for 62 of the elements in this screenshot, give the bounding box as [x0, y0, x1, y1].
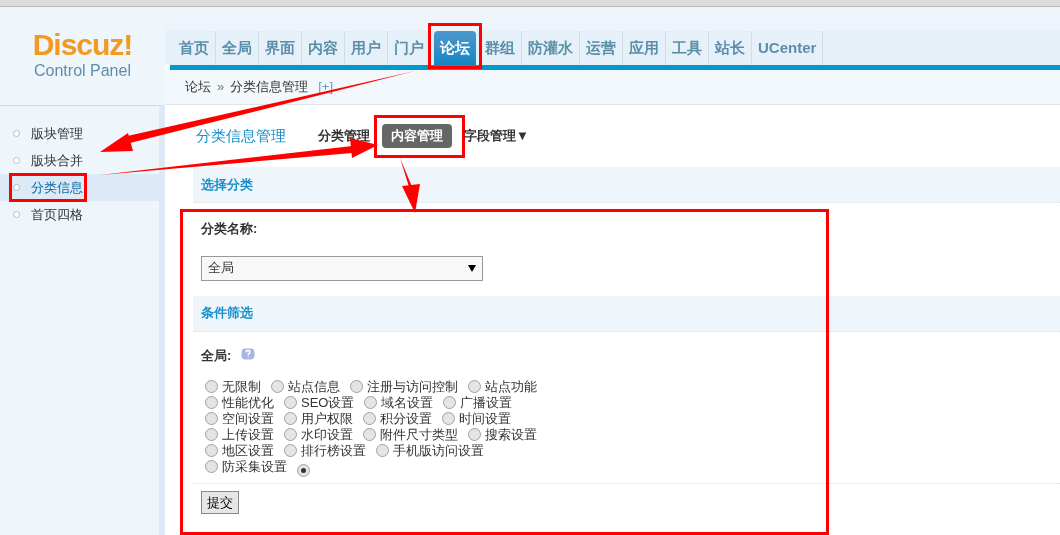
- breadcrumb-separator: »: [217, 78, 225, 97]
- radio-label: 无限制: [222, 379, 261, 394]
- logo-subtitle: Control Panel: [34, 61, 131, 81]
- radio-button[interactable]: [284, 412, 297, 425]
- radio-button[interactable]: [205, 460, 218, 473]
- radio-label: 域名设置: [381, 395, 434, 410]
- sub-tab[interactable]: 内容管理: [382, 124, 452, 148]
- radio-button[interactable]: [205, 444, 218, 457]
- caret-icon: [468, 264, 476, 272]
- radio-button[interactable]: [468, 428, 481, 441]
- field-label: 全局:: [201, 346, 232, 365]
- radio-label: 站点信息: [288, 379, 340, 394]
- sidebar-item[interactable]: 首页四格: [0, 201, 159, 228]
- radio-button[interactable]: [364, 396, 378, 409]
- category-select[interactable]: 全局: [201, 255, 483, 281]
- radio-label: 用户权限: [301, 411, 353, 426]
- radio-label: 性能优化: [222, 395, 274, 410]
- radio-label: 时间设置: [459, 411, 511, 426]
- radio-button[interactable]: [284, 444, 297, 457]
- radio-button[interactable]: [468, 380, 481, 393]
- radio-label: 上传设置: [222, 427, 274, 442]
- radio-label: 积分设置: [380, 411, 432, 426]
- radio-button[interactable]: [350, 380, 363, 393]
- radio-button[interactable]: [376, 444, 389, 457]
- logo-wordmark: Discuz!: [32, 29, 133, 61]
- sidebar-item[interactable]: 版块合并: [0, 147, 159, 174]
- radio-label: 附件尺寸类型: [380, 427, 458, 442]
- page-title: 分类信息管理: [196, 125, 286, 146]
- radio-label: 站点功能: [485, 379, 537, 394]
- radio-button[interactable]: [363, 428, 376, 441]
- radio-button[interactable]: [284, 428, 297, 441]
- radio-label: 排行榜设置: [301, 443, 366, 458]
- annotation-arrow: [400, 158, 420, 213]
- radio-button[interactable]: [443, 396, 457, 409]
- section-heading: 选择分类: [201, 175, 253, 194]
- section-heading: 条件筛选: [201, 304, 253, 323]
- radio-button[interactable]: [205, 428, 218, 441]
- radio-button[interactable]: [363, 412, 376, 425]
- radio-button[interactable]: [284, 396, 297, 409]
- breadcrumb-current: 分类信息管理: [230, 78, 309, 97]
- radio-button[interactable]: [297, 464, 310, 477]
- sidebar-item[interactable]: 版块管理: [0, 120, 159, 147]
- help-icon[interactable]: [241, 348, 256, 363]
- radio-label: 手机版访问设置: [393, 443, 484, 458]
- radio-button[interactable]: [205, 412, 218, 425]
- radio-label: 空间设置: [222, 411, 274, 426]
- field-label: 分类名称:: [201, 220, 259, 238]
- radio-label: SEO设置: [301, 395, 355, 410]
- radio-label: 防采集设置: [222, 459, 287, 474]
- radio-button[interactable]: [442, 412, 455, 425]
- radio-label: 广播设置: [460, 395, 513, 410]
- nav-tab[interactable]: 论坛: [434, 31, 476, 65]
- submit-button[interactable]: 提交: [201, 491, 239, 514]
- radio-label: 搜索设置: [485, 427, 537, 442]
- radio-label: 注册与访问控制: [367, 379, 458, 394]
- radio-button[interactable]: [271, 380, 284, 393]
- radio-button[interactable]: [205, 380, 218, 393]
- highlight-frame: [428, 23, 482, 69]
- breadcrumb-link[interactable]: 论坛: [185, 77, 211, 97]
- radio-label: 水印设置: [301, 427, 353, 442]
- radio-button[interactable]: [205, 396, 218, 409]
- radio-label: 地区设置: [222, 443, 274, 458]
